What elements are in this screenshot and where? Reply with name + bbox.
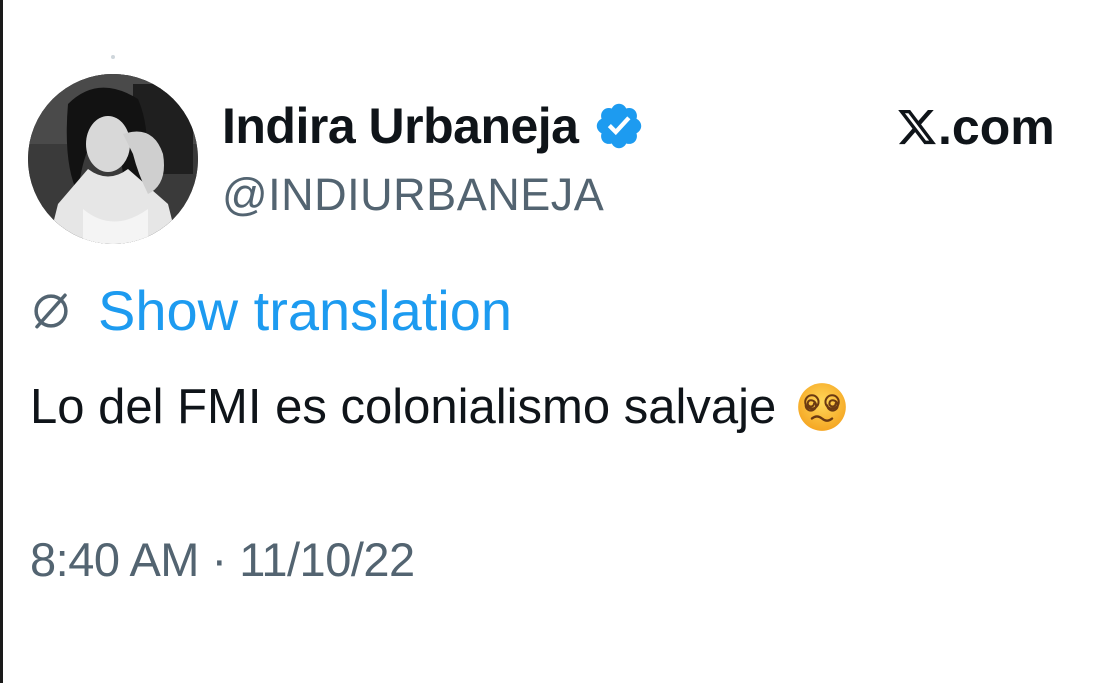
brand-domain: .com — [938, 99, 1055, 155]
speck — [111, 55, 115, 59]
left-edge-line — [0, 0, 3, 683]
brand-watermark: .com — [896, 97, 1055, 157]
avatar-image — [28, 74, 198, 244]
globe-icon — [34, 293, 68, 329]
tweet-timestamp[interactable]: 8:40 AM · 11/10/22 — [30, 530, 415, 590]
avatar[interactable] — [28, 74, 198, 244]
dizzy-face-emoji-icon — [798, 383, 847, 431]
x-logo-icon — [898, 109, 936, 145]
display-name[interactable]: Indira Urbaneja — [222, 94, 579, 158]
verified-badge-icon — [596, 103, 641, 149]
translate-row[interactable]: Show translation — [30, 278, 512, 344]
tweet-text: Lo del FMI es colonialismo salvaje — [30, 375, 848, 439]
author-row: Indira Urbaneja — [222, 94, 645, 158]
show-translation-link[interactable]: Show translation — [98, 278, 512, 344]
tweet-body: Lo del FMI es colonialismo salvaje — [30, 380, 777, 434]
user-handle[interactable]: @INDIURBANEJA — [222, 167, 604, 223]
